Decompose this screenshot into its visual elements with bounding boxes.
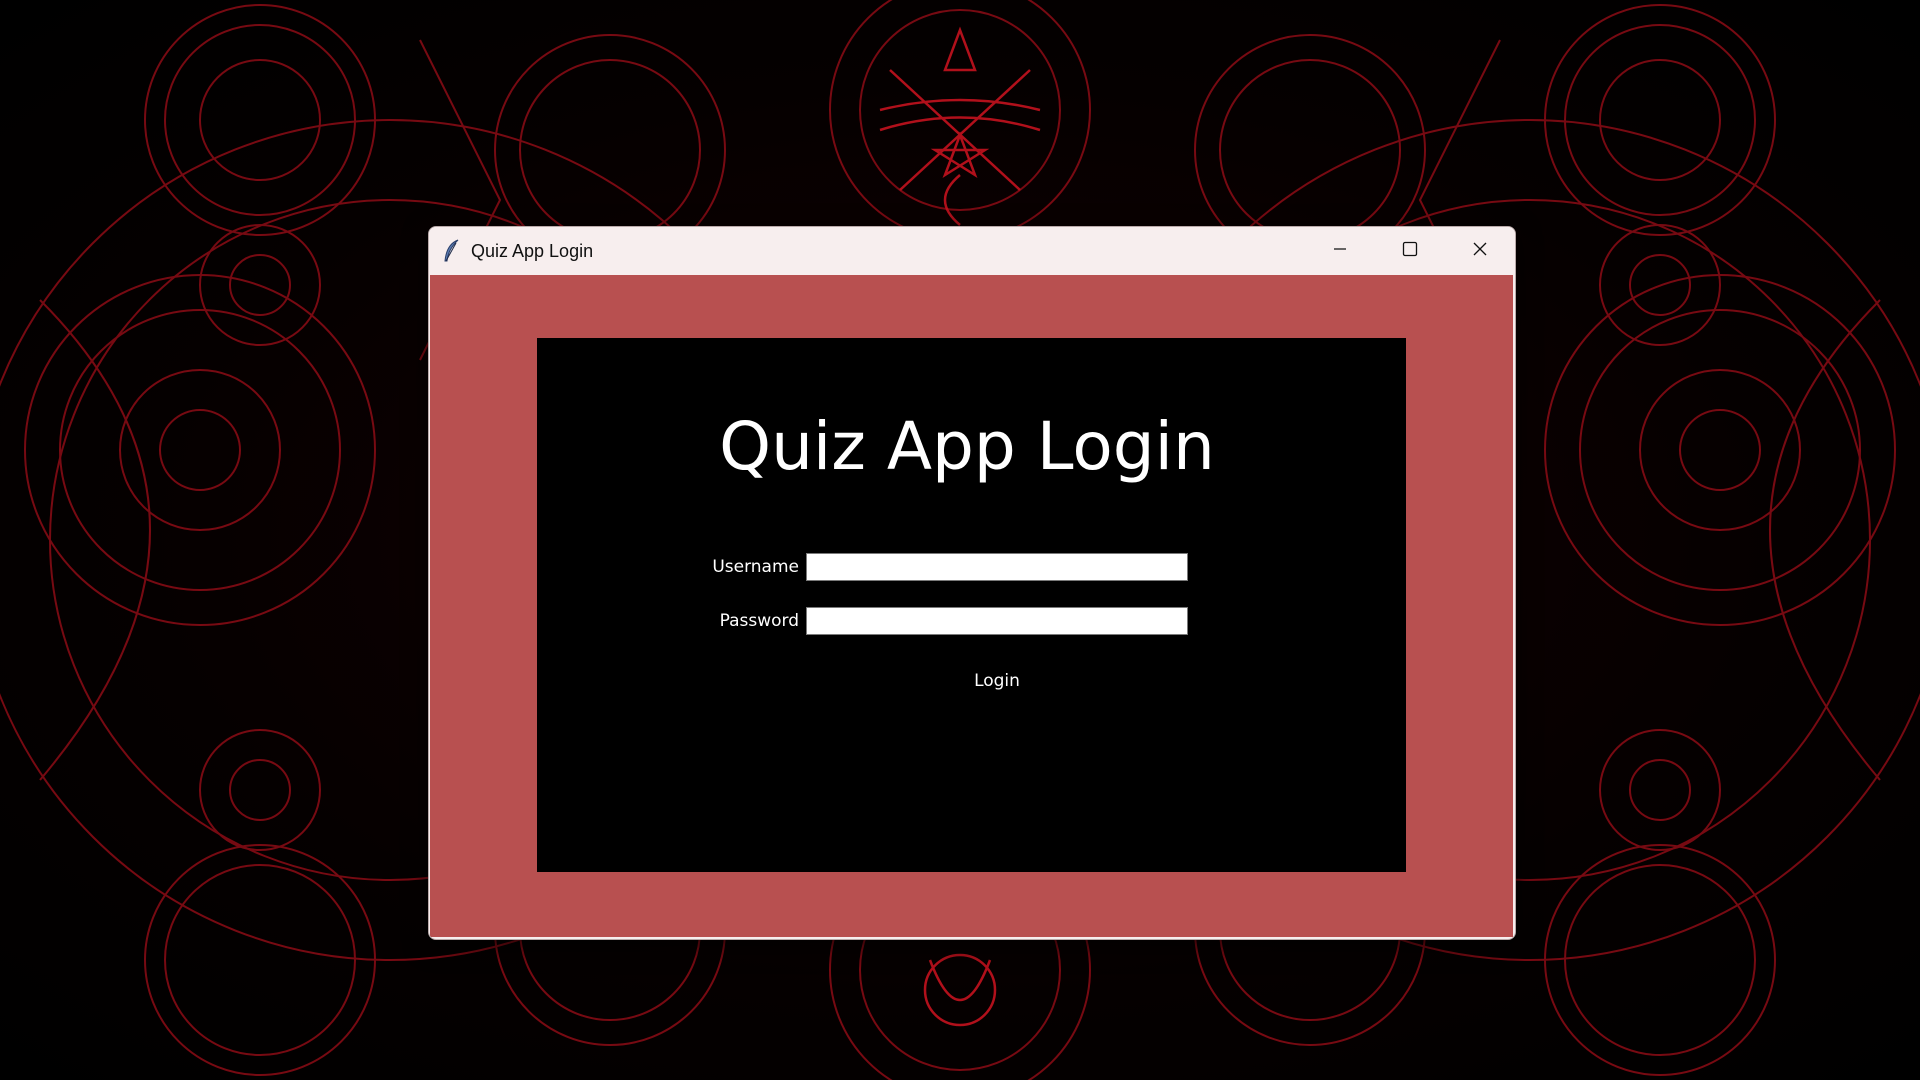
maximize-button[interactable] — [1375, 227, 1445, 275]
minimize-icon — [1333, 242, 1347, 261]
title-bar[interactable]: Quiz App Login — [429, 227, 1515, 275]
window-title: Quiz App Login — [471, 240, 594, 261]
username-input[interactable] — [806, 553, 1188, 581]
password-input[interactable] — [806, 607, 1188, 635]
password-label: Password — [719, 611, 799, 631]
login-button[interactable]: Login — [937, 664, 1057, 698]
feather-icon — [443, 239, 461, 263]
login-panel: Quiz App Login Username Password Login — [537, 338, 1406, 872]
close-icon — [1472, 241, 1488, 262]
login-window: Quiz App Login Quiz App Login Username P… — [428, 226, 1516, 940]
desktop: Quiz App Login Quiz App Login Username P… — [0, 0, 1920, 1080]
close-button[interactable] — [1445, 227, 1515, 275]
minimize-button[interactable] — [1305, 227, 1375, 275]
username-label: Username — [712, 557, 799, 577]
window-client-area: Quiz App Login Username Password Login — [430, 275, 1513, 937]
page-title: Quiz App Login — [719, 408, 1215, 485]
maximize-icon — [1402, 241, 1418, 262]
